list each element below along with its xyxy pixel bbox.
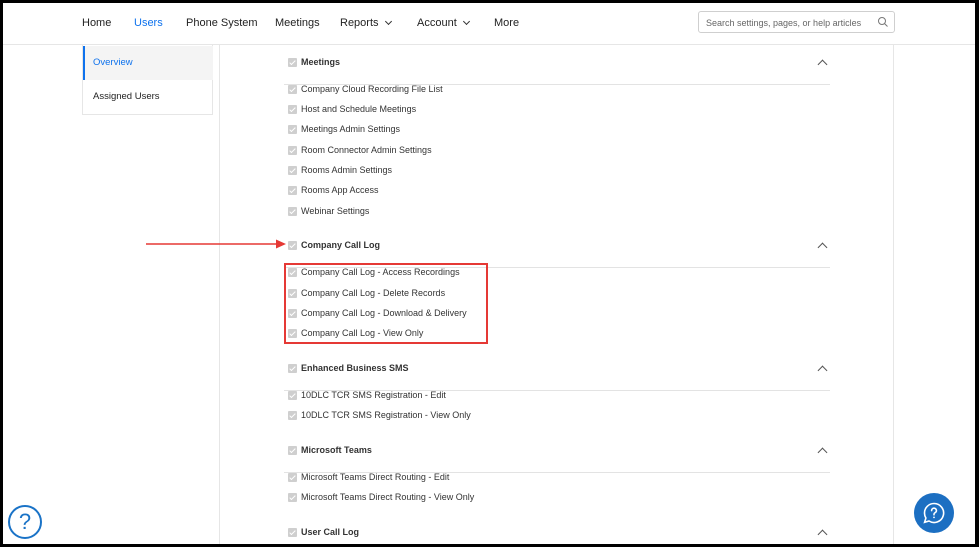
search-box[interactable] bbox=[698, 11, 895, 33]
checkbox[interactable] bbox=[288, 105, 297, 114]
group-header-user-call-log: User Call Log bbox=[284, 527, 830, 544]
red-arrow-annotation bbox=[146, 239, 286, 249]
group-header-microsoft-teams: Microsoft Teams bbox=[284, 445, 830, 473]
checkbox[interactable] bbox=[288, 146, 297, 155]
permission-label: Meetings Admin Settings bbox=[301, 124, 401, 134]
checkbox[interactable] bbox=[288, 411, 297, 420]
chat-help-button[interactable] bbox=[914, 493, 954, 533]
permission-label: Rooms App Access bbox=[301, 185, 379, 195]
permission-label: Room Connector Admin Settings bbox=[301, 145, 432, 155]
group-title: User Call Log bbox=[301, 527, 360, 537]
nav-users[interactable]: Users bbox=[134, 17, 163, 29]
chevron-up-icon[interactable] bbox=[817, 365, 828, 376]
checkbox[interactable] bbox=[288, 473, 297, 482]
app-window: Home Users Phone System Meetings Reports… bbox=[3, 3, 975, 544]
checkbox[interactable] bbox=[288, 85, 297, 94]
permission-label: Webinar Settings bbox=[301, 206, 370, 216]
checkbox[interactable] bbox=[288, 125, 297, 134]
question-circle-icon[interactable]: ? bbox=[8, 505, 42, 539]
permission-label: Microsoft Teams Direct Routing - Edit bbox=[301, 472, 450, 482]
group-title: Company Call Log bbox=[301, 240, 381, 250]
checkbox[interactable] bbox=[288, 493, 297, 502]
permission-label: Host and Schedule Meetings bbox=[301, 104, 417, 114]
group-header-enhanced-business-sms: Enhanced Business SMS bbox=[284, 363, 830, 391]
chevron-up-icon[interactable] bbox=[817, 59, 828, 70]
group-title: Meetings bbox=[301, 57, 341, 67]
chevron-up-icon[interactable] bbox=[817, 242, 828, 253]
sidebar: Overview Assigned Users bbox=[82, 45, 213, 115]
red-highlight-box bbox=[284, 263, 488, 344]
nav-more[interactable]: More bbox=[494, 17, 519, 29]
permission-label: Rooms Admin Settings bbox=[301, 165, 393, 175]
checkbox[interactable] bbox=[288, 207, 297, 216]
permission-label: Microsoft Teams Direct Routing - View On… bbox=[301, 492, 475, 502]
nav-reports-label: Reports bbox=[340, 17, 379, 29]
group-checkbox-meetings[interactable] bbox=[288, 58, 297, 67]
chevron-down-icon bbox=[462, 17, 470, 26]
content-right-divider bbox=[893, 45, 894, 544]
search-input[interactable] bbox=[706, 16, 874, 29]
sidebar-item-assigned-users[interactable]: Assigned Users bbox=[83, 80, 213, 114]
sidebar-item-overview[interactable]: Overview bbox=[83, 46, 213, 80]
chevron-up-icon[interactable] bbox=[817, 447, 828, 458]
search-icon[interactable] bbox=[877, 16, 889, 28]
nav-account[interactable]: Account bbox=[417, 17, 470, 29]
checkbox[interactable] bbox=[288, 186, 297, 195]
checkbox[interactable] bbox=[288, 391, 297, 400]
content-divider bbox=[219, 45, 220, 544]
group-checkbox-enhanced-business-sms[interactable] bbox=[288, 364, 297, 373]
group-checkbox-user-call-log[interactable] bbox=[288, 528, 297, 537]
group-title: Microsoft Teams bbox=[301, 445, 372, 455]
nav-phone-system[interactable]: Phone System bbox=[186, 17, 258, 29]
group-checkbox-company-call-log[interactable] bbox=[288, 241, 297, 250]
nav-reports[interactable]: Reports bbox=[340, 17, 392, 29]
chevron-up-icon[interactable] bbox=[817, 529, 828, 540]
nav-home[interactable]: Home bbox=[82, 17, 111, 29]
permission-label: 10DLC TCR SMS Registration - Edit bbox=[301, 390, 446, 400]
nav-meetings[interactable]: Meetings bbox=[275, 17, 320, 29]
permission-label: 10DLC TCR SMS Registration - View Only bbox=[301, 410, 471, 420]
nav-account-label: Account bbox=[417, 17, 457, 29]
group-header-meetings: Meetings bbox=[284, 57, 830, 85]
top-navigation: Home Users Phone System Meetings Reports… bbox=[3, 3, 975, 45]
checkbox[interactable] bbox=[288, 166, 297, 175]
chat-help-icon bbox=[923, 502, 945, 524]
group-checkbox-microsoft-teams[interactable] bbox=[288, 446, 297, 455]
group-title: Enhanced Business SMS bbox=[301, 363, 409, 373]
permission-label: Company Cloud Recording File List bbox=[301, 84, 443, 94]
chevron-down-icon bbox=[384, 17, 392, 26]
